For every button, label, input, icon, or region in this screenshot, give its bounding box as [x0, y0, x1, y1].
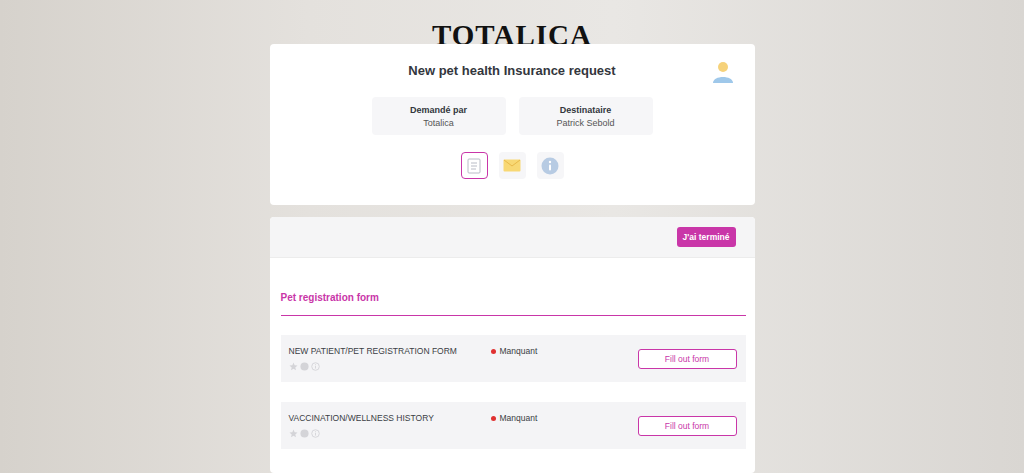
- avatar[interactable]: [711, 60, 735, 84]
- request-card: New pet health Insurance request Demandé …: [270, 44, 755, 205]
- form-name: NEW PATIENT/PET REGISTRATION FORM: [289, 346, 491, 356]
- party-value: Patrick Sebold: [556, 118, 614, 128]
- page: TOTALICANew pet health Insurance request…: [0, 0, 1024, 473]
- form-name-col: VACCINATION/WELLNESS HISTORY: [289, 413, 491, 438]
- form-section: Pet registration form NEW PATIENT/PET REG…: [270, 258, 755, 459]
- circle-icon[interactable]: [300, 362, 309, 371]
- status-label: Manquant: [500, 413, 538, 423]
- party-value: Totalica: [423, 118, 454, 128]
- form-name: VACCINATION/WELLNESS HISTORY: [289, 413, 491, 423]
- fill-out-button[interactable]: Fill out form: [638, 349, 737, 369]
- parties: Demandé par Totalica Destinataire Patrick S…: [372, 97, 653, 135]
- party-label: Destinataire: [560, 105, 612, 115]
- form-row: NEW PATIENT/PET REGISTRATION FORM Manquan…: [281, 335, 746, 382]
- tab[interactable]: [499, 152, 526, 179]
- logo: TOTALICA: [432, 0, 592, 44]
- status-label: Manquant: [500, 346, 538, 356]
- info-small-icon[interactable]: [311, 362, 320, 371]
- done-button[interactable]: J'ai terminé: [677, 227, 736, 247]
- tabs: [461, 152, 564, 179]
- section-title: Pet registration form: [281, 292, 746, 316]
- document-icon: [467, 158, 481, 174]
- circle-icon[interactable]: [300, 429, 309, 438]
- form-list: NEW PATIENT/PET REGISTRATION FORM Manquan…: [281, 335, 746, 449]
- party-box: Demandé par Totalica: [372, 97, 506, 135]
- form-card: J'ai terminé Pet registration form NEW PAT…: [270, 217, 755, 473]
- form-status: Manquant: [491, 346, 638, 356]
- form-name-col: NEW PATIENT/PET REGISTRATION FORM: [289, 346, 491, 371]
- tab[interactable]: [537, 152, 564, 179]
- star-icon[interactable]: [289, 429, 298, 438]
- tab[interactable]: [461, 152, 488, 179]
- status-dot: [491, 349, 496, 354]
- star-icon[interactable]: [289, 362, 298, 371]
- info-small-icon[interactable]: [311, 429, 320, 438]
- status-dot: [491, 416, 496, 421]
- party-label: Demandé par: [410, 105, 467, 115]
- form-status: Manquant: [491, 413, 638, 423]
- party-box: Destinataire Patrick Sebold: [519, 97, 653, 135]
- avatar-icon: [711, 60, 735, 84]
- toolbar: J'ai terminé: [270, 217, 755, 258]
- info-icon: [541, 157, 559, 175]
- fill-out-button[interactable]: Fill out form: [638, 416, 737, 436]
- row-icons: [289, 429, 491, 438]
- row-icons: [289, 362, 491, 371]
- request-title: New pet health Insurance request: [408, 62, 615, 80]
- title-row: New pet health Insurance request: [290, 58, 735, 84]
- envelope-icon: [503, 159, 521, 172]
- form-row: VACCINATION/WELLNESS HISTORY Manquant Fill…: [281, 402, 746, 449]
